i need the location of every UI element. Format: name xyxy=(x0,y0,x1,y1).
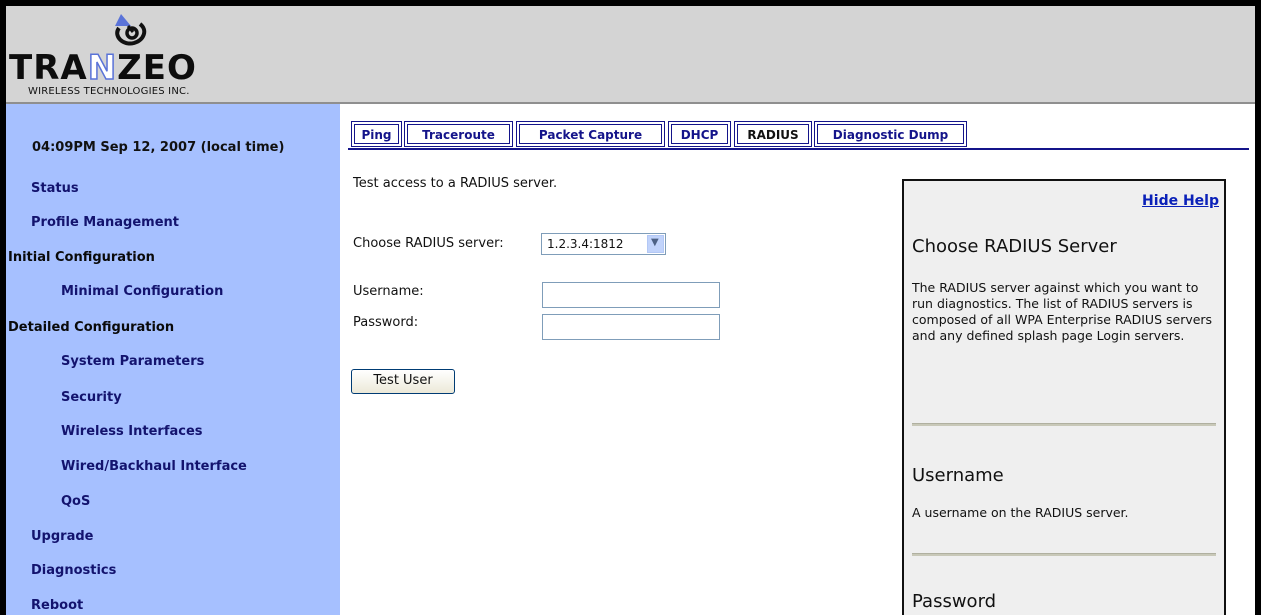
server-label: Choose RADIUS server: xyxy=(353,236,504,251)
sidebar-item-security[interactable]: Security xyxy=(61,390,122,405)
app-frame: TRANZEO WIRELESS TECHNOLOGIES INC. 04:09… xyxy=(6,6,1255,615)
sidebar-item-status[interactable]: Status xyxy=(31,181,79,196)
radius-server-select[interactable]: 1.2.3.4:1812 ▼ xyxy=(541,233,666,255)
tab-ping[interactable]: Ping xyxy=(351,121,402,147)
brand-name-prefix: TRA xyxy=(9,48,88,88)
username-field[interactable] xyxy=(542,282,720,308)
sidebar-item-diagnostics[interactable]: Diagnostics xyxy=(31,563,116,578)
sidebar-item-reboot[interactable]: Reboot xyxy=(31,598,83,613)
sidebar-item-wireless-interfaces[interactable]: Wireless Interfaces xyxy=(61,424,203,439)
username-label: Username: xyxy=(353,284,424,299)
hide-help-link[interactable]: Hide Help xyxy=(1142,193,1219,209)
chevron-down-icon[interactable]: ▼ xyxy=(647,235,664,253)
tab-dhcp[interactable]: DHCP xyxy=(668,121,731,147)
sidebar-item-qos[interactable]: QoS xyxy=(61,494,90,509)
sidebar-item-detailed-configuration[interactable]: Detailed Configuration xyxy=(8,320,174,335)
sidebar-item-minimal-configuration[interactable]: Minimal Configuration xyxy=(61,284,223,299)
diagnostics-tab-bar: Ping Traceroute Packet Capture DHCP RADI… xyxy=(348,120,1249,150)
sidebar-item-upgrade[interactable]: Upgrade xyxy=(31,529,93,544)
header: TRANZEO WIRELESS TECHNOLOGIES INC. xyxy=(6,6,1255,104)
password-field[interactable] xyxy=(542,314,720,340)
test-user-button[interactable]: Test User xyxy=(351,369,455,394)
brand-tagline: WIRELESS TECHNOLOGIES INC. xyxy=(28,86,190,97)
brand-name-mid: N xyxy=(87,48,118,88)
sidebar-item-initial-configuration[interactable]: Initial Configuration xyxy=(8,250,155,265)
help-title-server: Choose RADIUS Server xyxy=(912,236,1117,257)
help-text-server: The RADIUS server against which you want… xyxy=(912,280,1213,343)
sidebar: 04:09PM Sep 12, 2007 (local time) Status… xyxy=(6,104,340,615)
tab-packet-capture[interactable]: Packet Capture xyxy=(516,121,665,147)
tab-traceroute[interactable]: Traceroute xyxy=(404,121,513,147)
help-divider xyxy=(912,553,1216,556)
brand-logo: TRANZEO WIRELESS TECHNOLOGIES INC. xyxy=(6,6,276,102)
brand-name-suffix: ZEO xyxy=(117,48,197,88)
help-title-password: Password xyxy=(912,591,997,612)
help-title-username: Username xyxy=(912,465,1004,486)
brand-wordmark: TRANZEO xyxy=(9,48,197,88)
password-label: Password: xyxy=(353,315,419,330)
sidebar-item-system-parameters[interactable]: System Parameters xyxy=(61,354,204,369)
radius-test-intro: Test access to a RADIUS server. xyxy=(353,176,558,191)
tab-diagnostic-dump[interactable]: Diagnostic Dump xyxy=(814,121,967,147)
help-panel: Hide Help Choose RADIUS Server The RADIU… xyxy=(902,179,1226,615)
clock: 04:09PM Sep 12, 2007 (local time) xyxy=(32,140,285,155)
satellite-dish-icon xyxy=(115,14,147,46)
sidebar-item-profile-management[interactable]: Profile Management xyxy=(31,215,179,230)
tab-radius[interactable]: RADIUS xyxy=(734,121,812,147)
help-text-username: A username on the RADIUS server. xyxy=(912,505,1129,520)
help-divider xyxy=(912,423,1216,426)
sidebar-item-wired-backhaul-interface[interactable]: Wired/Backhaul Interface xyxy=(61,459,247,474)
radius-server-value: 1.2.3.4:1812 xyxy=(547,237,624,251)
